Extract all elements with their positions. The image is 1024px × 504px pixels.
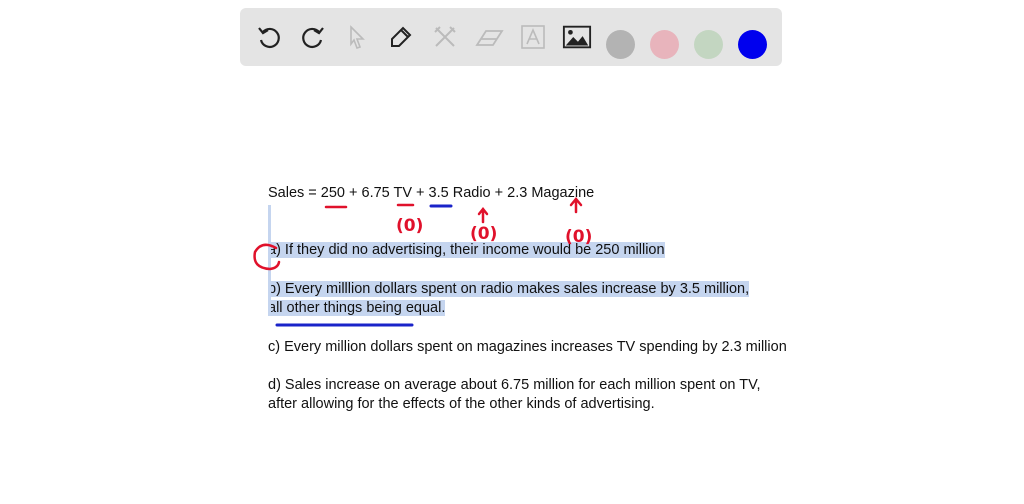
color-pink[interactable] [650,30,679,59]
color-green[interactable] [694,30,723,59]
option-c[interactable]: c) Every million dollars spent on magazi… [268,338,787,357]
eraser-icon[interactable] [474,22,504,52]
option-a[interactable]: a) If they did no advertising, their inc… [268,242,665,258]
option-d-line2[interactable]: after allowing for the effects of the ot… [268,395,655,414]
arrow-radio [477,206,489,224]
drawing-toolbar [240,8,782,66]
option-b-line2[interactable]: all other things being equal. [268,300,446,316]
image-icon[interactable] [562,22,592,52]
pen-icon[interactable] [386,22,416,52]
option-d-line1[interactable]: d) Sales increase on average about 6.75 … [268,376,761,395]
undo-icon[interactable] [254,22,284,52]
tools-icon[interactable] [430,22,460,52]
color-gray[interactable] [606,30,635,59]
regression-equation: Sales = 250 + 6.75 TV + 3.5 Radio + 2.3 … [268,185,595,201]
select-cursor-icon[interactable] [342,22,372,52]
text-tool-icon[interactable] [518,22,548,52]
option-b-line1[interactable]: b) Every milllion dollars spent on radio… [268,281,750,297]
zero-mark-tv: (0) [396,216,423,236]
color-blue[interactable] [738,30,767,59]
redo-icon[interactable] [298,22,328,52]
